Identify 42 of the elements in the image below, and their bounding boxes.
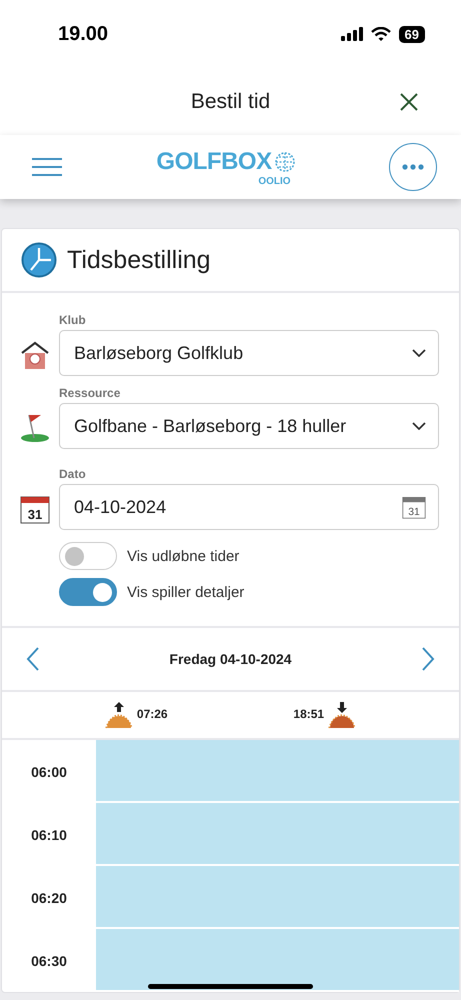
chevron-left-icon[interactable] — [26, 647, 40, 671]
battery-level: 69 — [398, 26, 425, 42]
logo-text: GOLFBOX — [156, 148, 272, 176]
chevron-right-icon[interactable] — [421, 647, 435, 671]
more-button[interactable] — [388, 143, 437, 191]
select-field[interactable]: Barløseborg Golfklub — [59, 330, 439, 376]
toggle-switch[interactable] — [59, 578, 117, 606]
globe-icon — [274, 152, 295, 172]
wifi-icon — [370, 27, 391, 41]
logo-subtext: OOLIO — [258, 176, 291, 186]
signal-icon — [340, 27, 363, 41]
sunrise-icon — [104, 701, 133, 729]
toggle-label: Vis udløbne tider — [127, 548, 240, 564]
menu-icon[interactable] — [32, 157, 62, 177]
more-icon — [402, 164, 424, 170]
date-field[interactable]: 04-10-2024 31 — [59, 484, 439, 530]
sunrise-time: 07:26 — [136, 707, 168, 723]
field-label: Dato — [59, 467, 86, 481]
status-time: 19.00 — [58, 22, 108, 46]
chevron-down-icon — [412, 422, 426, 430]
time-slot[interactable] — [96, 929, 459, 992]
slot-time: 06:00 — [30, 762, 68, 782]
field-label: Klub — [59, 313, 86, 327]
date-heading: Fredag 04-10-2024 — [169, 651, 292, 667]
close-icon[interactable] — [399, 92, 419, 112]
chevron-down-icon — [412, 349, 426, 357]
toggle-label: Vis spiller detaljer — [127, 584, 244, 600]
clock-icon — [21, 242, 57, 278]
card-title: Tidsbestilling — [67, 246, 211, 274]
field-label: Ressource — [59, 386, 120, 400]
sunset-icon — [328, 701, 356, 729]
slot-time: 06:30 — [30, 952, 68, 970]
calendar-icon: 31 — [20, 494, 50, 524]
select-field[interactable]: Golfbane - Barløseborg - 18 huller — [59, 403, 439, 449]
calendar-icon: 31 — [402, 495, 426, 519]
page-title: Bestil tid — [190, 90, 270, 114]
house-icon — [20, 340, 50, 370]
slot-time: 06:10 — [30, 826, 68, 844]
slot-time: 06:20 — [30, 888, 68, 908]
sunset-time: 18:51 — [293, 707, 324, 723]
toggle-switch[interactable] — [59, 542, 117, 570]
golf-flag-icon — [20, 413, 50, 443]
